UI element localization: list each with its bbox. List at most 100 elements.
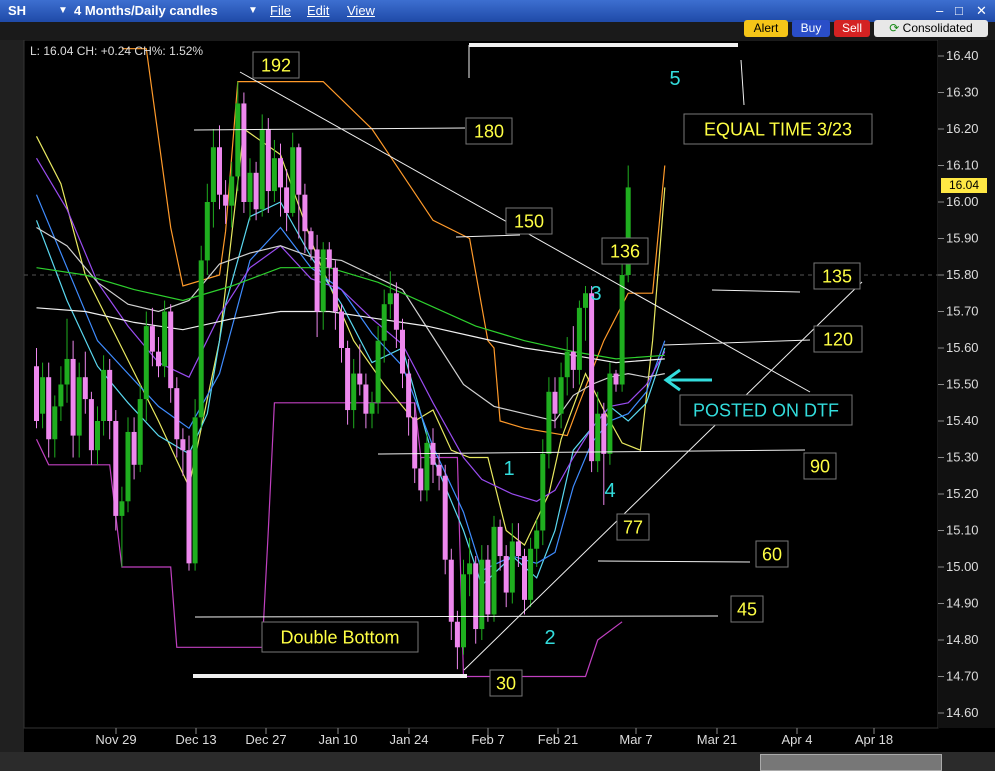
alert-button[interactable]: Alert: [744, 20, 788, 37]
candle-down: [454, 621, 460, 648]
candle-down: [284, 187, 290, 213]
candle-up: [509, 541, 515, 593]
y-tick-label: 15.40: [946, 413, 979, 428]
price-label-192: 192: [261, 55, 291, 75]
maximize-icon[interactable]: □: [955, 3, 963, 18]
candle-down: [418, 468, 424, 491]
minimize-icon[interactable]: –: [936, 3, 943, 18]
price-label-150: 150: [514, 211, 544, 231]
candle-up: [424, 442, 430, 491]
candle-up: [143, 326, 149, 400]
x-tick-label: Feb 21: [538, 732, 578, 747]
candle-down: [131, 431, 137, 465]
candle-down: [485, 559, 491, 615]
candle-down: [357, 373, 363, 385]
period-select[interactable]: 4 Months/Daily candles: [74, 3, 218, 18]
candle-down: [241, 103, 247, 202]
y-tick-label: 15.90: [946, 231, 979, 246]
sell-button[interactable]: Sell: [834, 20, 870, 37]
candle-down: [339, 311, 344, 348]
x-tick-label: Jan 10: [318, 732, 357, 747]
candle-down: [223, 194, 229, 206]
menu-edit[interactable]: Edit: [307, 3, 329, 18]
candle-down: [107, 369, 113, 421]
candle-down: [265, 129, 271, 192]
buy-button[interactable]: Buy: [792, 20, 830, 37]
consolidated-button[interactable]: ⟳ Consolidated: [874, 20, 988, 37]
candle-down: [34, 366, 39, 421]
candle-down: [180, 439, 186, 451]
candle-down: [552, 391, 558, 414]
title-bar: SH ▼ 4 Months/Daily candles ▼ File Edit …: [0, 0, 995, 22]
candle-up: [137, 399, 143, 465]
symbol-select[interactable]: SH: [8, 3, 26, 18]
wave-label-5: 5: [669, 68, 680, 90]
candle-down: [174, 388, 180, 440]
candle-down: [149, 326, 155, 352]
scroll-thumb[interactable]: [760, 754, 942, 771]
candle-up: [546, 391, 552, 454]
price-label-135: 135: [822, 266, 852, 286]
price-label-180: 180: [474, 121, 504, 141]
candle-up: [58, 384, 64, 407]
menu-file[interactable]: File: [270, 3, 291, 18]
candle-down: [400, 329, 405, 374]
y-tick-label: 15.80: [946, 267, 979, 282]
candle-up: [290, 147, 296, 213]
menu-view[interactable]: View: [347, 3, 375, 18]
candle-down: [448, 559, 454, 622]
close-icon[interactable]: ✕: [976, 3, 987, 19]
candle-down: [522, 556, 527, 600]
x-tick-label: Nov 29: [95, 732, 136, 747]
price-label-45: 45: [737, 599, 757, 619]
chevron-down-icon[interactable]: ▼: [248, 5, 258, 16]
candle-up: [461, 574, 466, 648]
candle-up: [375, 340, 381, 403]
candle-up: [534, 530, 540, 549]
candle-down: [308, 231, 314, 250]
candle-down: [278, 158, 283, 188]
candle-down: [302, 194, 308, 232]
candle-down: [363, 384, 369, 414]
x-tick-label: Feb 7: [471, 732, 504, 747]
candle-up: [387, 293, 393, 305]
candle-up: [595, 413, 601, 462]
chevron-down-icon[interactable]: ▼: [58, 5, 68, 16]
price-label-90: 90: [810, 456, 830, 476]
candle-down: [345, 348, 351, 411]
y-tick-label: 14.90: [946, 596, 979, 611]
candle-up: [491, 526, 497, 615]
candle-up: [235, 103, 241, 177]
y-tick-label: 15.30: [946, 450, 979, 465]
chart-canvas: 16.40 16.30 16.20 16.10 16.00 15.90 15.80 15.70…: [0, 0, 995, 771]
price-label-30: 30: [496, 673, 516, 693]
candle-up: [271, 158, 277, 192]
candle-down: [601, 413, 607, 454]
candle-up: [247, 172, 253, 202]
timeline-scrollbar[interactable]: [0, 752, 995, 771]
candle-down: [515, 541, 521, 557]
candle-up: [52, 406, 58, 440]
candle-down: [332, 267, 338, 312]
candle-up: [40, 377, 46, 414]
x-tick-label: Mar 7: [619, 732, 652, 747]
x-tick-label: Apr 18: [855, 732, 893, 747]
left-scroll-track[interactable]: [0, 40, 24, 752]
candle-up: [162, 311, 168, 367]
price-label-136: 136: [610, 241, 640, 261]
candle-down: [82, 377, 88, 400]
candle-down: [88, 399, 94, 451]
y-tick-label: 15.50: [946, 377, 979, 392]
candle-down: [503, 556, 509, 593]
candle-down: [186, 450, 192, 564]
x-tick-label: Dec 27: [245, 732, 286, 747]
candle-up: [479, 559, 485, 630]
candle-down: [217, 147, 222, 195]
candle-down: [314, 249, 320, 312]
candle-up: [583, 293, 588, 308]
candle-up: [564, 351, 570, 378]
wave-label-2: 2: [544, 627, 555, 649]
candle-up: [369, 402, 375, 414]
candle-up: [381, 304, 387, 341]
candle-down: [296, 147, 302, 195]
